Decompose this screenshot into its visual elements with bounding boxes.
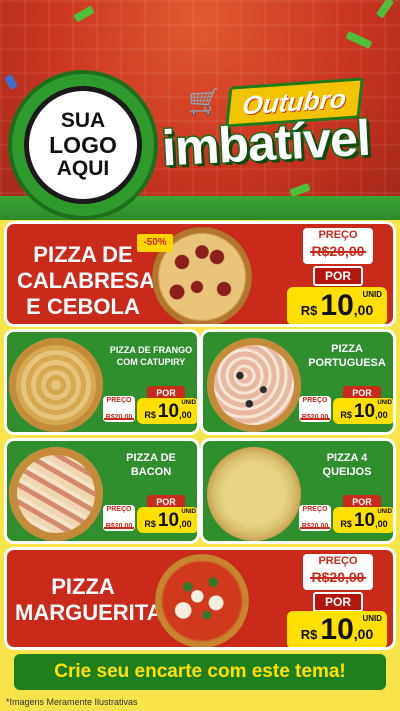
logo-line: LOGO <box>49 132 117 158</box>
price-before-tag: PREÇO R$20,00 <box>299 505 331 531</box>
pizza-marguerita-image <box>155 554 249 647</box>
confetti-decoration <box>345 30 373 50</box>
name-line: PIZZA DE FRANGO <box>109 345 193 355</box>
unit-label: UNID <box>377 509 392 515</box>
price-before-tag: PREÇO R$20,00 <box>103 505 135 531</box>
name-line: PIZZA <box>51 574 115 599</box>
name-line: QUEIJOS <box>322 466 372 478</box>
currency: R$ <box>340 519 352 529</box>
featured-card-calabresa: PIZZA DE CALABRESA E CEBOLA PREÇO R$20,0… <box>4 221 396 327</box>
name-line: PIZZA DE <box>33 242 133 267</box>
price-integer: 10 <box>157 401 180 422</box>
currency: R$ <box>340 410 352 420</box>
unit-label: UNID <box>181 509 196 515</box>
old-price: R$20,00 <box>299 521 331 533</box>
preco-label: PREÇO <box>318 229 358 241</box>
currency: R$ <box>144 519 156 529</box>
current-price: R$ 10 ,00 UNID <box>333 398 393 424</box>
logo-placeholder: SUA LOGO AQUI <box>8 70 158 220</box>
unit-label: UNID <box>362 290 382 299</box>
currency: R$ <box>300 627 318 642</box>
featured-card-marguerita: PIZZA MARGUERITA PREÇO R$20,00 POR R$ 10… <box>4 547 396 650</box>
product-name: PIZZA DE FRANGO COM CATUPIRY <box>103 344 197 368</box>
confetti-decoration <box>73 5 95 23</box>
price-before-tag: PREÇO R$20,00 <box>299 396 331 422</box>
logo-circle: SUA LOGO AQUI <box>24 86 142 204</box>
logo-line: AQUI <box>56 157 110 180</box>
price-integer: 10 <box>320 289 354 322</box>
product-name: PIZZA MARGUERITA <box>15 574 163 626</box>
product-name: PIZZA DE BACON <box>103 451 197 479</box>
product-card-bacon: PIZZA DE BACON POR PREÇO R$20,00 R$ 10 ,… <box>4 438 200 544</box>
product-name: PIZZA 4 QUEIJOS <box>299 451 393 479</box>
discount-badge: -50% <box>137 234 173 252</box>
price-integer: 10 <box>353 401 376 422</box>
price-integer: 10 <box>157 510 180 531</box>
shopping-cart-icon: 🛒 <box>188 86 221 116</box>
preco-label: PREÇO <box>106 506 132 513</box>
name-line: PIZZA DE <box>126 452 176 464</box>
price-decimal: ,00 <box>353 302 374 318</box>
preco-label: PREÇO <box>106 397 132 404</box>
product-card-portuguesa: PIZZA PORTUGUESA POR PREÇO R$20,00 R$ 10… <box>200 329 396 435</box>
name-line: PIZZA 4 <box>326 452 368 464</box>
promo-headline: imbatível <box>159 108 372 178</box>
current-price: R$ 10 ,00 UNID <box>333 507 393 533</box>
por-label: POR <box>313 592 363 612</box>
product-name: PIZZA PORTUGUESA <box>299 342 393 370</box>
name-line: PORTUGUESA <box>308 357 386 369</box>
unit-label: UNID <box>377 400 392 406</box>
old-price: R$20,00 <box>103 521 135 533</box>
price-integer: 10 <box>353 510 376 531</box>
name-line: MARGUERITA <box>15 600 163 625</box>
unit-label: UNID <box>181 400 196 406</box>
price-decimal: ,00 <box>353 626 374 642</box>
current-price: R$ 10 ,00 UNID <box>137 507 197 533</box>
unit-label: UNID <box>362 614 382 623</box>
current-price: R$ 10 ,00 UNID <box>287 611 387 647</box>
cta-banner[interactable]: Crie seu encarte com este tema! <box>14 654 386 690</box>
por-label: POR <box>313 266 363 286</box>
currency: R$ <box>300 303 318 318</box>
name-line: COM CATUPIRY <box>116 357 186 367</box>
confetti-decoration <box>375 0 395 19</box>
pizza-4-queijos-image <box>207 447 301 541</box>
product-name: PIZZA DE CALABRESA E CEBOLA <box>17 242 156 320</box>
current-price: R$ 10 ,00 UNID <box>137 398 197 424</box>
current-price: R$ 10 ,00 UNID <box>287 287 387 324</box>
old-price: R$20,00 <box>309 243 367 259</box>
name-line: E CEBOLA <box>26 294 140 319</box>
price-decimal: ,00 <box>375 519 388 529</box>
price-decimal: ,00 <box>179 519 192 529</box>
promo-title: 🛒 Outubro imbatível <box>158 77 398 192</box>
product-card-frango: PIZZA DE FRANGO COM CATUPIRY POR PREÇO R… <box>4 329 200 435</box>
price-integer: 10 <box>320 613 354 646</box>
old-price: R$20,00 <box>103 412 135 424</box>
price-decimal: ,00 <box>179 410 192 420</box>
price-before-tag: PREÇO R$20,00 <box>103 396 135 422</box>
preco-label: PREÇO <box>302 506 328 513</box>
currency: R$ <box>144 410 156 420</box>
pizza-frango-image <box>9 338 103 432</box>
price-decimal: ,00 <box>375 410 388 420</box>
disclaimer-text: *Imagens Meramente Ilustrativas <box>6 697 138 707</box>
pizza-bacon-image <box>9 447 103 541</box>
price-before-tag: PREÇO R$20,00 <box>303 554 373 590</box>
name-line: PIZZA <box>331 343 363 355</box>
product-card-4-queijos: PIZZA 4 QUEIJOS POR PREÇO R$20,00 R$ 10 … <box>200 438 396 544</box>
logo-line: SUA <box>60 109 106 132</box>
old-price: R$20,00 <box>309 569 367 585</box>
old-price: R$20,00 <box>299 412 331 424</box>
preco-label: PREÇO <box>302 397 328 404</box>
confetti-decoration <box>4 73 18 91</box>
preco-label: PREÇO <box>318 555 358 567</box>
name-line: BACON <box>130 466 172 478</box>
name-line: CALABRESA <box>17 268 156 293</box>
price-before-tag: PREÇO R$20,00 <box>303 228 373 264</box>
pizza-portuguesa-image <box>207 338 301 432</box>
